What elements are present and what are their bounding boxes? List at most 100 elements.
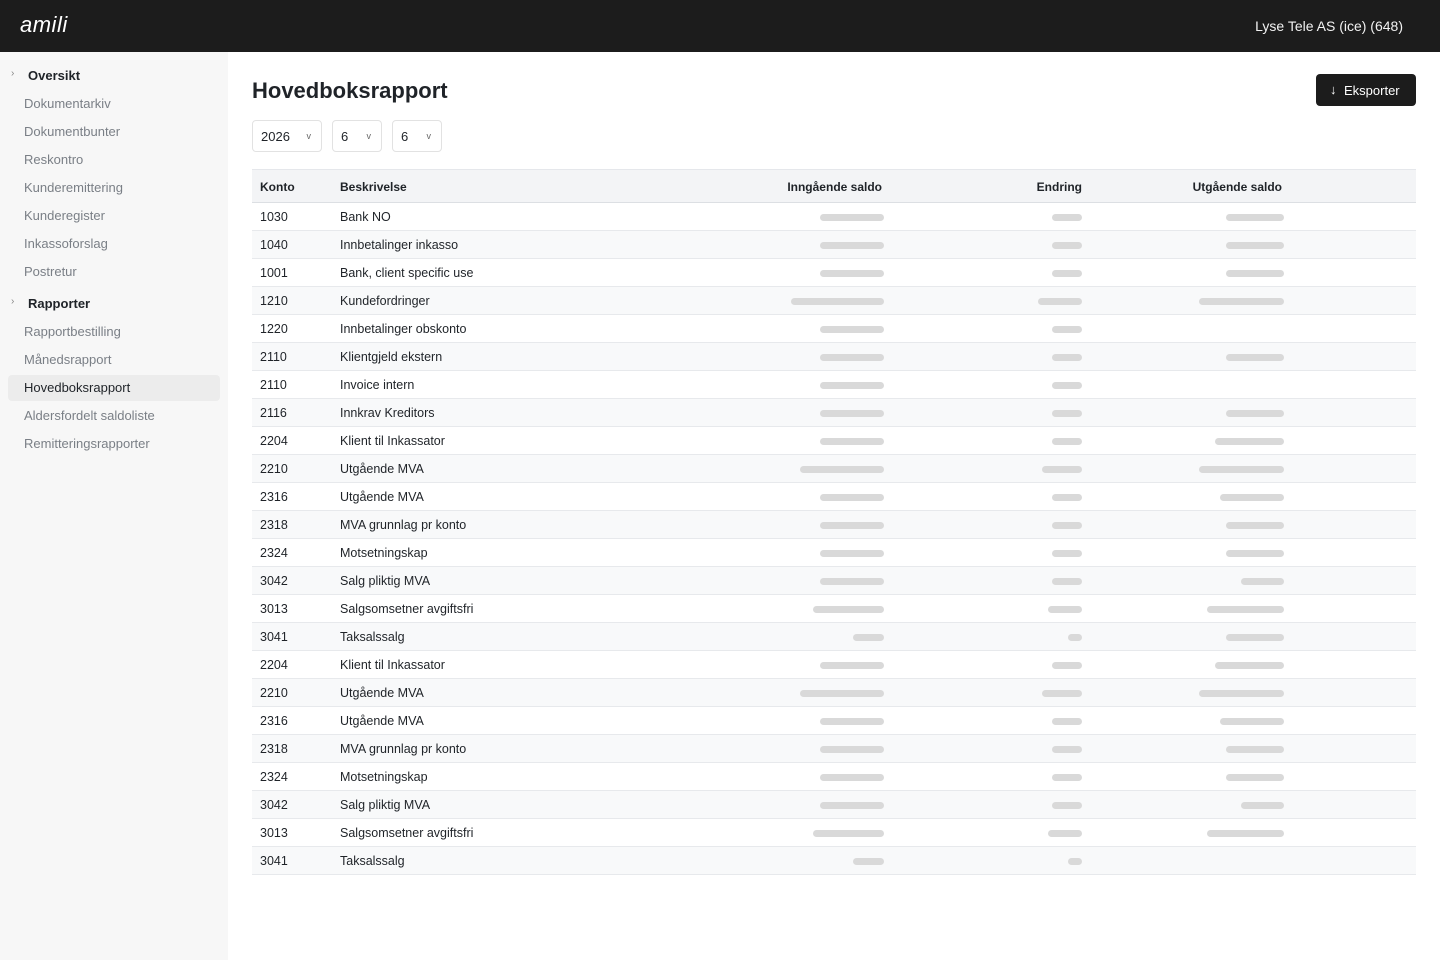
table-row[interactable]: 1030 Bank NO bbox=[252, 203, 1416, 231]
sidebar-item-label: Postretur bbox=[24, 264, 77, 279]
sidebar-item-inkassoforslag[interactable]: Inkassoforslag bbox=[8, 231, 220, 257]
cell-konto: 2316 bbox=[260, 714, 288, 728]
sidebar-item-aldersfordelt-saldoliste[interactable]: Aldersfordelt saldoliste bbox=[8, 403, 220, 429]
table-row[interactable]: 2210 Utgående MVA bbox=[252, 455, 1416, 483]
table-row[interactable]: 2324 Motsetningskap bbox=[252, 763, 1416, 791]
sidebar-item-label: Rapportbestilling bbox=[24, 324, 121, 339]
skeleton-endring bbox=[1052, 718, 1082, 725]
table-row[interactable]: 1210 Kundefordringer bbox=[252, 287, 1416, 315]
sidebar-item-label: Kunderemittering bbox=[24, 180, 123, 195]
table-row[interactable]: 2316 Utgående MVA bbox=[252, 707, 1416, 735]
cell-konto: 2324 bbox=[260, 770, 288, 784]
table-row[interactable]: 2116 Innkrav Kreditors bbox=[252, 399, 1416, 427]
skeleton-utgaende-saldo bbox=[1226, 746, 1284, 753]
cell-konto: 1220 bbox=[260, 322, 288, 336]
column-header-konto[interactable]: Konto bbox=[260, 180, 295, 194]
table-row[interactable]: 3041 Taksalssalg bbox=[252, 847, 1416, 875]
table-row[interactable]: 1001 Bank, client specific use bbox=[252, 259, 1416, 287]
table-row[interactable]: 3013 Salgsomsetner avgiftsfri bbox=[252, 595, 1416, 623]
skeleton-endring bbox=[1052, 522, 1082, 529]
skeleton-endring bbox=[1052, 550, 1082, 557]
from-period-select-value: 6 bbox=[341, 129, 349, 144]
skeleton-inngaende-saldo bbox=[820, 550, 884, 557]
sidebar-item-hovedboksrapport[interactable]: Hovedboksrapport bbox=[8, 375, 220, 401]
column-header-beskrivelse[interactable]: Beskrivelse bbox=[340, 180, 407, 194]
skeleton-utgaende-saldo bbox=[1215, 438, 1284, 445]
table-row[interactable]: 2204 Klient til Inkassator bbox=[252, 427, 1416, 455]
column-header-endring[interactable]: Endring bbox=[1037, 180, 1082, 194]
sidebar-item-remitteringsrapporter[interactable]: Remitteringsrapporter bbox=[8, 431, 220, 457]
table-row[interactable]: 2210 Utgående MVA bbox=[252, 679, 1416, 707]
skeleton-endring bbox=[1052, 270, 1082, 277]
skeleton-inngaende-saldo bbox=[853, 634, 884, 641]
cell-beskrivelse: Klient til Inkassator bbox=[340, 434, 445, 448]
table-row[interactable]: 1040 Innbetalinger inkasso bbox=[252, 231, 1416, 259]
sidebar-item-reskontro[interactable]: Reskontro bbox=[8, 147, 220, 173]
skeleton-inngaende-saldo bbox=[820, 774, 884, 781]
sidebar-item-postretur[interactable]: Postretur bbox=[8, 259, 220, 285]
skeleton-endring bbox=[1048, 830, 1082, 837]
table-row[interactable]: 3042 Salg pliktig MVA bbox=[252, 791, 1416, 819]
sidebar-item-dokumentbunter[interactable]: Dokumentbunter bbox=[8, 119, 220, 145]
table-row[interactable]: 3013 Salgsomsetner avgiftsfri bbox=[252, 819, 1416, 847]
cell-beskrivelse: MVA grunnlag pr konto bbox=[340, 518, 467, 532]
tenant-name[interactable]: Lyse Tele AS (ice) (648) bbox=[1255, 18, 1403, 34]
skeleton-utgaende-saldo bbox=[1199, 690, 1284, 697]
skeleton-inngaende-saldo bbox=[820, 746, 884, 753]
skeleton-endring bbox=[1042, 466, 1082, 473]
cell-konto: 2110 bbox=[260, 350, 287, 364]
table-row[interactable]: 2318 MVA grunnlag pr konto bbox=[252, 735, 1416, 763]
table-row[interactable]: 3042 Salg pliktig MVA bbox=[252, 567, 1416, 595]
cell-konto: 2316 bbox=[260, 490, 288, 504]
skeleton-utgaende-saldo bbox=[1241, 802, 1284, 809]
skeleton-inngaende-saldo bbox=[820, 662, 884, 669]
cell-konto: 1030 bbox=[260, 210, 288, 224]
cell-konto: 3041 bbox=[260, 854, 288, 868]
column-header-inngaende-saldo[interactable]: Inngående saldo bbox=[787, 180, 882, 194]
table-row[interactable]: 2110 Klientgjeld ekstern bbox=[252, 343, 1416, 371]
export-button[interactable]: ↓ Eksporter bbox=[1316, 74, 1416, 106]
cell-konto: 2324 bbox=[260, 546, 288, 560]
skeleton-inngaende-saldo bbox=[820, 242, 884, 249]
cell-beskrivelse: Motsetningskap bbox=[340, 770, 428, 784]
arrow-down-icon: ↓ bbox=[1330, 82, 1337, 97]
cell-beskrivelse: Klient til Inkassator bbox=[340, 658, 445, 672]
table-row[interactable]: 2204 Klient til Inkassator bbox=[252, 651, 1416, 679]
skeleton-utgaende-saldo bbox=[1220, 718, 1284, 725]
skeleton-utgaende-saldo bbox=[1207, 606, 1284, 613]
cell-beskrivelse: Invoice intern bbox=[340, 378, 415, 392]
app-logo[interactable]: amili bbox=[20, 12, 68, 38]
from-period-select[interactable]: 6 v bbox=[332, 120, 382, 152]
year-select[interactable]: 2026 v bbox=[252, 120, 322, 152]
sidebar-item-dokumentarkiv[interactable]: Dokumentarkiv bbox=[8, 91, 220, 117]
skeleton-endring bbox=[1052, 382, 1082, 389]
skeleton-inngaende-saldo bbox=[820, 718, 884, 725]
to-period-select[interactable]: 6 v bbox=[392, 120, 442, 152]
table-row[interactable]: 2110 Invoice intern bbox=[252, 371, 1416, 399]
sidebar-item-manedsrapport[interactable]: Månedsrapport bbox=[8, 347, 220, 373]
sidebar-item-rapportbestilling[interactable]: Rapportbestilling bbox=[8, 319, 220, 345]
table-row[interactable]: 3041 Taksalssalg bbox=[252, 623, 1416, 651]
sidebar-item-kunderemittering[interactable]: Kunderemittering bbox=[8, 175, 220, 201]
cell-beskrivelse: MVA grunnlag pr konto bbox=[340, 742, 467, 756]
table-row[interactable]: 2316 Utgående MVA bbox=[252, 483, 1416, 511]
sidebar-section-oversikt[interactable]: › Oversikt bbox=[0, 62, 228, 90]
sidebar-section-rapporter[interactable]: › Rapporter bbox=[0, 290, 228, 318]
table-row[interactable]: 2318 MVA grunnlag pr konto bbox=[252, 511, 1416, 539]
cell-beskrivelse: Salg pliktig MVA bbox=[340, 574, 431, 588]
sidebar-item-kunderegister[interactable]: Kunderegister bbox=[8, 203, 220, 229]
export-button-label: Eksporter bbox=[1344, 83, 1400, 98]
cell-beskrivelse: Salg pliktig MVA bbox=[340, 798, 431, 812]
sidebar-item-label: Dokumentbunter bbox=[24, 124, 121, 139]
cell-beskrivelse: Klientgjeld ekstern bbox=[340, 350, 443, 364]
main-content: Hovedboksrapport ↓ Eksporter 2026 v 6 v … bbox=[228, 52, 1440, 960]
skeleton-endring bbox=[1052, 802, 1082, 809]
cell-beskrivelse: Utgående MVA bbox=[340, 462, 424, 476]
column-header-utgaende-saldo[interactable]: Utgående saldo bbox=[1193, 180, 1282, 194]
table-header: Konto Beskrivelse Inngående saldo Endrin… bbox=[252, 169, 1416, 203]
cell-konto: 2318 bbox=[260, 518, 288, 532]
table-row[interactable]: 2324 Motsetningskap bbox=[252, 539, 1416, 567]
skeleton-inngaende-saldo bbox=[820, 326, 884, 333]
cell-beskrivelse: Kundefordringer bbox=[340, 294, 430, 308]
table-row[interactable]: 1220 Innbetalinger obskonto bbox=[252, 315, 1416, 343]
